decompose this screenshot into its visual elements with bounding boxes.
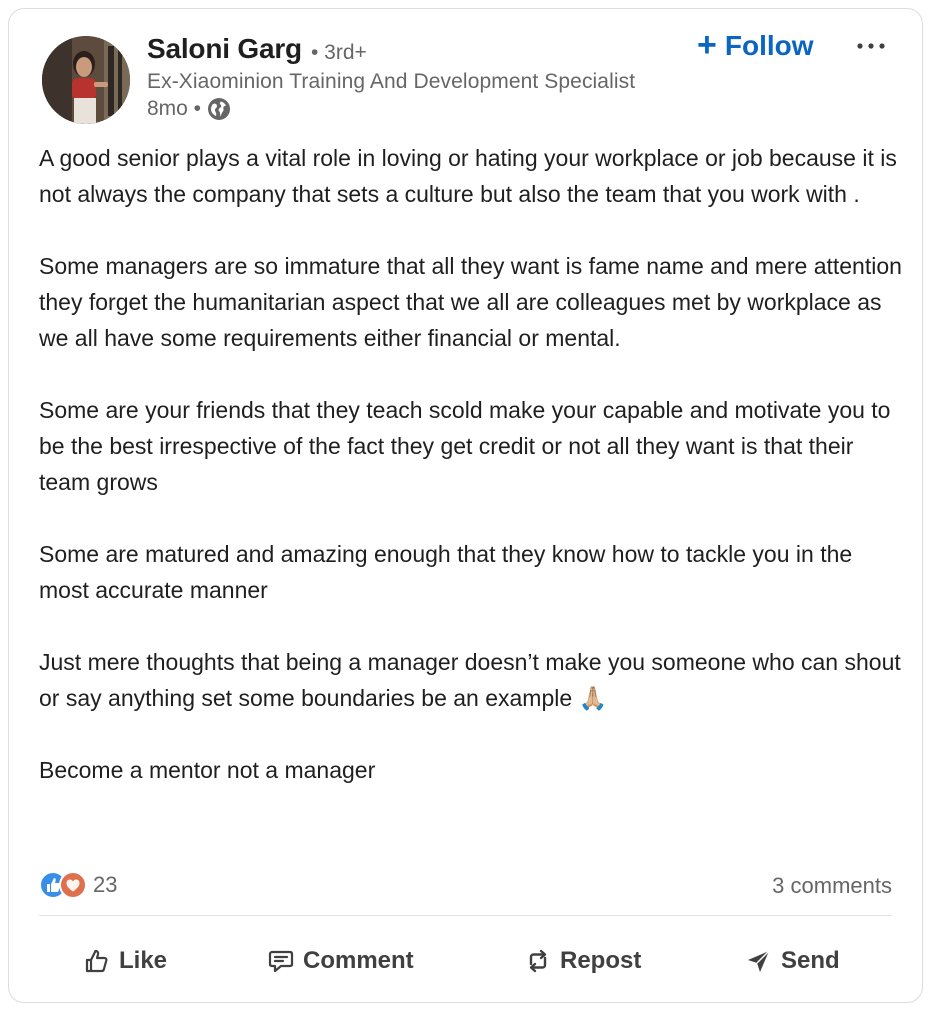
post-meta: 8mo •: [147, 97, 231, 121]
post-paragraph: Some are matured and amazing enough that…: [39, 541, 853, 603]
comments-count[interactable]: 3 comments: [772, 873, 892, 899]
repost-icon: [529, 949, 547, 973]
globe-icon: [207, 97, 231, 121]
divider: [39, 915, 892, 916]
comment-label: Comment: [303, 947, 414, 974]
like-button[interactable]: Like: [83, 939, 167, 983]
follow-button[interactable]: + Follow: [697, 26, 814, 66]
post-body: A good senior plays a vital role in lovi…: [39, 140, 904, 788]
author-headline: Ex-Xiaominion Training And Development S…: [147, 70, 636, 93]
author-name[interactable]: Saloni Garg: [147, 33, 302, 65]
thumbs-up-icon: [85, 949, 108, 973]
post-paragraph: Just mere thoughts that being a manager …: [39, 649, 901, 711]
more-options-button[interactable]: [855, 31, 887, 61]
avatar[interactable]: [42, 36, 130, 124]
repost-button[interactable]: Repost: [524, 939, 641, 983]
reaction-icons: [39, 871, 91, 899]
post-paragraph: Some are your friends that they teach sc…: [39, 397, 891, 495]
post-paragraph: A good senior plays a vital role in lovi…: [39, 145, 897, 207]
post-card: Saloni Garg • 3rd+ Ex-Xiaominion Trainin…: [8, 8, 923, 1003]
send-label: Send: [781, 947, 840, 974]
send-button[interactable]: Send: [745, 939, 840, 983]
comment-icon: [268, 950, 294, 973]
follow-label: Follow: [724, 30, 814, 61]
avatar-photo: [42, 36, 130, 124]
plus-icon: +: [697, 26, 717, 64]
post-paragraph: Become a mentor not a manager: [39, 757, 376, 783]
reactions-summary[interactable]: 23: [39, 871, 117, 899]
love-reaction-icon: [59, 871, 87, 899]
reaction-count: 23: [93, 872, 118, 897]
post-paragraph: Some managers are so immature that all t…: [39, 253, 902, 351]
ellipsis-icon: [857, 43, 885, 49]
comment-button[interactable]: Comment: [267, 939, 414, 983]
post-time: 8mo •: [147, 97, 202, 120]
connection-degree: • 3rd+: [311, 41, 367, 64]
repost-label: Repost: [560, 947, 642, 974]
send-icon: [748, 950, 770, 972]
like-label: Like: [119, 947, 168, 974]
